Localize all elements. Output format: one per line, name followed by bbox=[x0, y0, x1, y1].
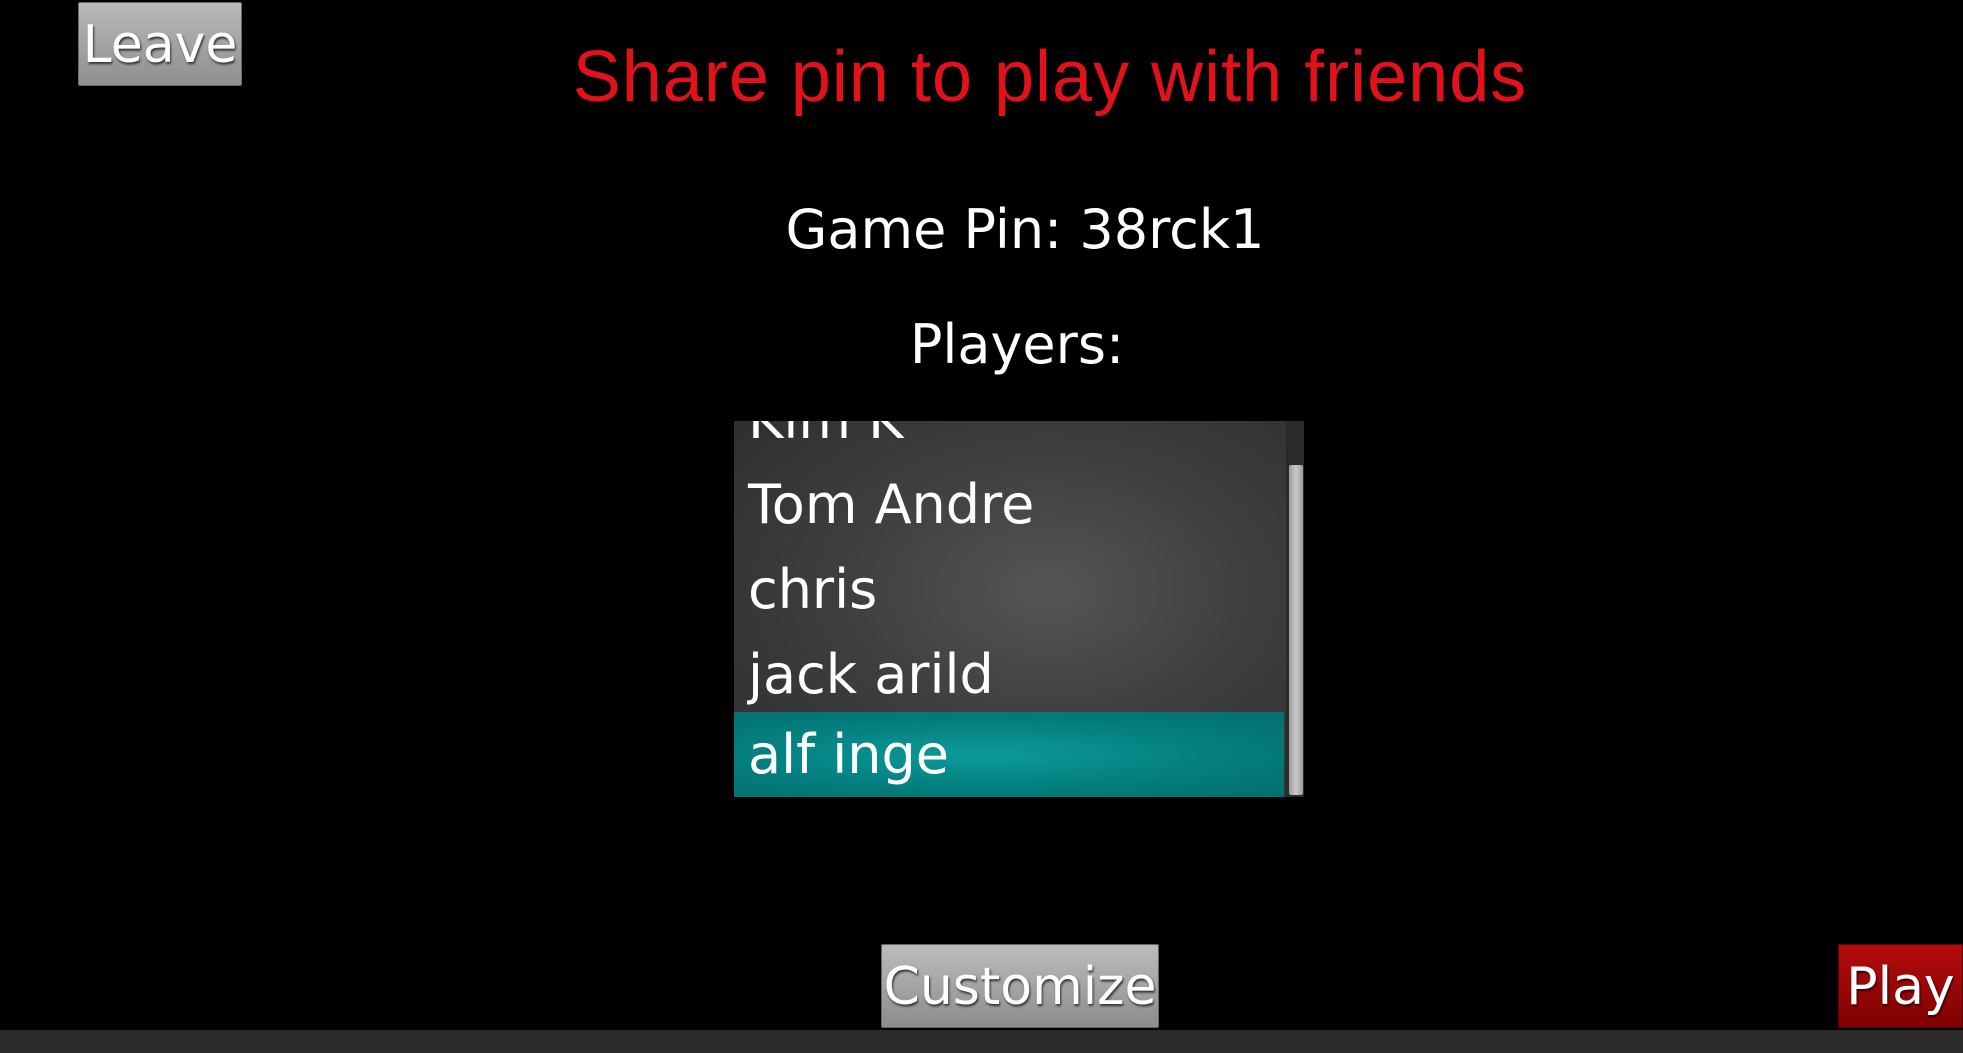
list-item[interactable]: Kim K bbox=[734, 421, 1284, 462]
players-list[interactable]: Kim K Tom Andre chris jack arild alf ing… bbox=[734, 421, 1304, 797]
scrollbar-thumb[interactable] bbox=[1289, 465, 1303, 795]
share-pin-banner: Share pin to play with friends bbox=[572, 37, 1528, 117]
leave-button[interactable]: Leave bbox=[78, 2, 242, 86]
players-heading: Players: bbox=[909, 313, 1125, 376]
bottom-bar bbox=[0, 1030, 1963, 1053]
lobby-screen: Leave Share pin to play with friends Gam… bbox=[0, 0, 1963, 1053]
list-item-selected[interactable]: alf inge bbox=[734, 712, 1284, 797]
list-item[interactable]: jack arild bbox=[734, 632, 1284, 717]
list-item[interactable]: chris bbox=[734, 547, 1284, 632]
game-pin-label: Game Pin: 38rck1 bbox=[785, 198, 1265, 261]
list-item[interactable]: Tom Andre bbox=[734, 462, 1284, 547]
play-button[interactable]: Play bbox=[1838, 944, 1963, 1028]
customize-button[interactable]: Customize bbox=[881, 944, 1159, 1028]
players-scrollbar[interactable] bbox=[1286, 421, 1304, 797]
